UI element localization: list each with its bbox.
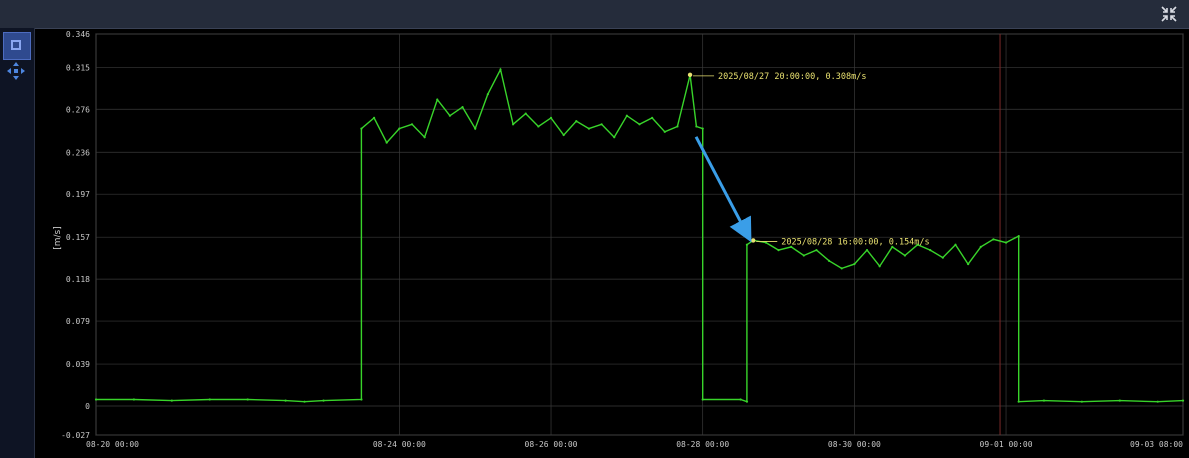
data-point — [575, 119, 578, 123]
data-point — [992, 238, 995, 241]
x-tick-label: 08-26 00:00 — [525, 440, 578, 449]
data-point — [701, 127, 704, 130]
data-point — [562, 133, 565, 137]
y-tick-label: 0.236 — [66, 148, 90, 157]
data-point — [625, 114, 628, 117]
data-point — [410, 123, 414, 126]
data-point — [524, 112, 527, 115]
data-point — [461, 106, 464, 109]
data-point — [499, 68, 502, 71]
chart-window: 0.346 0.315 0.276 0.236 0.197 0.157 0.118 0.079… — [0, 0, 1189, 458]
data-point — [486, 93, 489, 96]
annotation-label: 2025/08/27 20:00:00, 0.308m/s — [718, 72, 866, 82]
data-point — [613, 136, 616, 139]
data-point — [385, 141, 388, 144]
data-point — [745, 400, 749, 403]
y-tick-label: 0 — [85, 402, 90, 411]
line-chart[interactable]: 0.346 0.315 0.276 0.236 0.197 0.157 0.118 0.079… — [0, 0, 1189, 458]
data-point — [777, 248, 780, 252]
annotation-marker — [687, 72, 693, 78]
data-point — [1080, 400, 1083, 403]
x-tick-label: 08-28 00:00 — [676, 440, 729, 449]
data-point — [170, 399, 173, 402]
plot-frame — [95, 33, 1184, 436]
y-tick-label: 0.346 — [66, 30, 90, 39]
data-point — [1042, 399, 1046, 402]
data-point — [676, 125, 679, 128]
annotation-marker — [751, 238, 756, 243]
series-line — [96, 67, 1184, 403]
data-point — [303, 400, 306, 403]
y-tick-label: 0.197 — [66, 190, 90, 199]
data-point — [1017, 235, 1020, 238]
data-point — [929, 248, 932, 252]
data-point — [941, 256, 944, 259]
data-point — [448, 114, 452, 117]
data-point — [638, 123, 641, 126]
y-axis-label: [m/s] — [53, 226, 63, 250]
data-point — [474, 127, 477, 130]
data-point — [979, 245, 982, 248]
x-tick-label: 09-01 00:00 — [980, 440, 1033, 449]
data-point — [827, 259, 831, 262]
y-tick-label: 0.039 — [66, 360, 90, 369]
drop-arrow — [694, 136, 752, 243]
data-point — [512, 123, 515, 126]
data-point — [853, 262, 856, 266]
x-tick-label: 08-20 00:00 — [86, 440, 139, 449]
annotation-label: 2025/08/28 16:00:00, 0.154m/s — [781, 237, 929, 247]
data-point — [1156, 400, 1159, 403]
data-point — [246, 398, 249, 401]
data-point — [94, 398, 98, 401]
data-point — [815, 248, 818, 252]
data-point — [954, 243, 957, 246]
data-point — [967, 262, 970, 266]
data-point — [549, 116, 553, 119]
data-point — [651, 116, 654, 119]
data-point — [802, 254, 805, 257]
data-point — [1017, 400, 1020, 403]
data-point — [360, 398, 363, 401]
y-tick-label: -0.027 — [61, 431, 90, 440]
data-point — [1118, 399, 1121, 402]
data-point — [208, 398, 211, 401]
data-point — [903, 254, 907, 257]
data-point — [423, 136, 426, 139]
data-point — [132, 398, 136, 401]
data-point — [695, 125, 698, 128]
data-point — [1004, 241, 1008, 244]
data-point — [663, 130, 666, 133]
y-tick-label: 0.118 — [66, 275, 90, 284]
data-point — [1181, 399, 1185, 402]
data-point — [600, 123, 603, 126]
data-point — [436, 98, 439, 101]
y-tick-label: 0.079 — [66, 317, 90, 326]
data-point — [537, 125, 540, 128]
data-point — [840, 267, 843, 270]
data-point — [701, 398, 704, 401]
data-point — [739, 398, 742, 401]
x-tick-label: 09-03 08:00 — [1130, 440, 1183, 449]
x-tick-label: 08-24 00:00 — [373, 440, 426, 449]
data-point — [372, 116, 376, 119]
y-tick-label: 0.315 — [66, 63, 90, 72]
y-tick-label: 0.276 — [66, 105, 90, 114]
x-tick-label: 08-30 00:00 — [828, 440, 881, 449]
data-point — [360, 127, 363, 130]
y-tick-label: 0.157 — [66, 233, 90, 242]
data-point — [745, 243, 749, 246]
data-point — [398, 127, 401, 130]
data-point — [878, 265, 881, 268]
data-point — [284, 399, 287, 402]
data-point — [587, 127, 591, 130]
data-point — [865, 248, 869, 252]
data-point — [322, 399, 325, 402]
